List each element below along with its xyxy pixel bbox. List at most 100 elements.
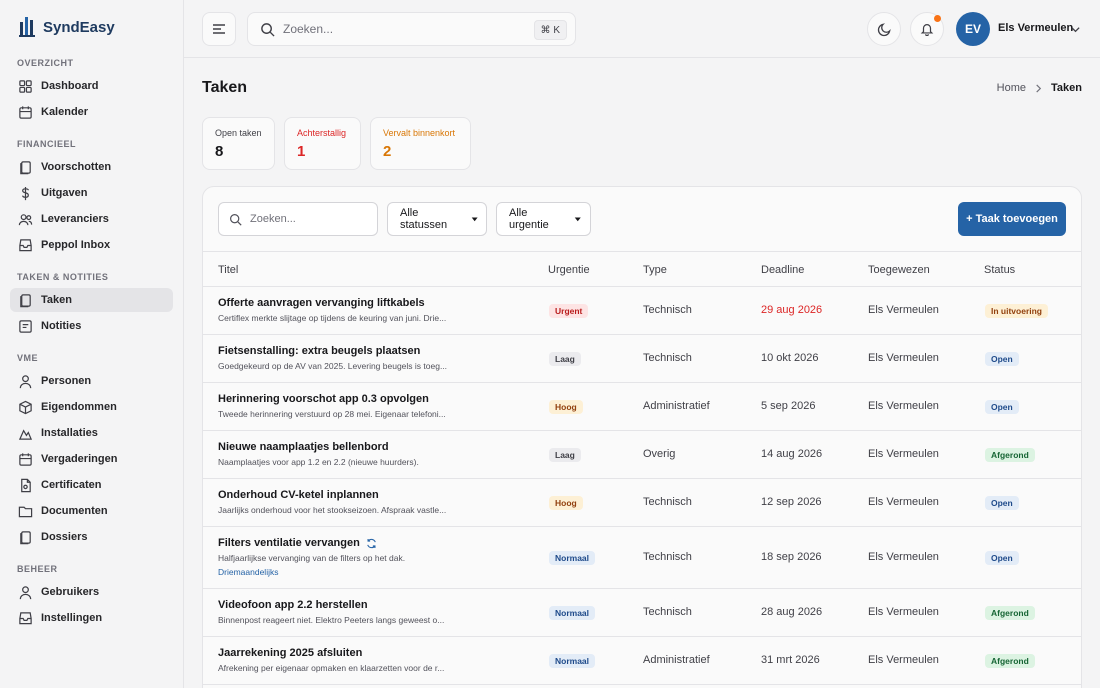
urgency-badge: Normaal (549, 654, 596, 668)
urgency-filter[interactable]: Alle urgentie (496, 202, 591, 236)
table-row[interactable]: Nieuwe naamplaatjes bellenbord Naamplaat… (203, 431, 1081, 479)
recurring-icon (367, 538, 376, 548)
task-description: Afrekening per eigenaar opmaken en klaar… (218, 663, 445, 673)
tool-icon (18, 428, 33, 440)
breadcrumb: Home Taken (997, 82, 1082, 94)
task-assignee: Els Vermeulen (868, 304, 939, 316)
notifications-button[interactable] (910, 12, 944, 46)
bell-icon (920, 24, 934, 36)
status-filter[interactable]: Alle statussen (387, 202, 487, 236)
task-description: Certiflex merkte slijtage op tijdens de … (218, 313, 447, 323)
task-type: Administratief (643, 400, 710, 412)
sidebar-item-installaties[interactable]: Installaties (10, 421, 173, 445)
sidebar-item-personen[interactable]: Personen (10, 369, 173, 393)
task-search-input[interactable] (250, 213, 360, 225)
table-row[interactable]: Offerte aanvragen vervanging liftkabels … (203, 287, 1081, 335)
task-assignee: Els Vermeulen (868, 352, 939, 364)
logo-icon (19, 17, 35, 37)
global-search-input[interactable] (283, 22, 523, 36)
tasks-panel: Alle statussen Alle urgentie + Taak toev… (202, 186, 1082, 688)
sidebar-item-dossiers[interactable]: Dossiers (10, 525, 173, 549)
sidebar-item-vergaderingen[interactable]: Vergaderingen (10, 447, 173, 471)
menu-icon (213, 24, 225, 34)
box-icon (19, 400, 32, 414)
status-filter-value: Alle statussen (400, 207, 448, 231)
table-row[interactable]: Fietsenstalling: extra beugels plaatsen … (203, 335, 1081, 383)
grid-icon (19, 79, 32, 93)
add-task-button[interactable]: + Taak toevoegen (958, 202, 1066, 236)
sidebar-item-certificaten[interactable]: Certificaten (10, 473, 173, 497)
sidebar-item-documenten[interactable]: Documenten (10, 499, 173, 523)
task-title[interactable]: Onderhoud CV-ketel inplannen (218, 489, 379, 501)
sidebar-item-label: Personen (41, 375, 92, 387)
sidebar-item-instellingen[interactable]: Instellingen (10, 606, 173, 630)
column-header-type[interactable]: Type (643, 264, 667, 276)
task-title[interactable]: Filters ventilatie vervangen (218, 537, 377, 549)
sidebar-item-peppol-inbox[interactable]: Peppol Inbox (10, 233, 173, 257)
settings-icon (19, 611, 32, 624)
inbox-icon (19, 238, 32, 251)
sidebar-item-label: Uitgaven (41, 187, 88, 199)
table-row[interactable]: Onderhoud CV-ketel inplannen Jaarlijks o… (203, 479, 1081, 527)
sidebar-item-kalender[interactable]: Kalender (10, 100, 173, 124)
task-deadline: 31 mrt 2026 (761, 654, 820, 666)
stat-value: 1 (297, 143, 306, 160)
status-badge: In uitvoering (985, 304, 1048, 318)
task-search[interactable] (218, 202, 378, 236)
sidebar-item-leveranciers[interactable]: Leveranciers (10, 207, 173, 231)
task-description: Naamplaatjes voor app 1.2 en 2.2 (nieuwe… (218, 457, 419, 467)
certificate-icon (21, 478, 31, 492)
task-title[interactable]: Herinnering voorschot app 0.3 opvolgen (218, 393, 429, 405)
menu-toggle-button[interactable] (202, 12, 236, 46)
avatar[interactable]: EV (956, 12, 990, 46)
chevron-down-icon[interactable] (1070, 24, 1081, 35)
global-search[interactable]: ⌘ K (247, 12, 576, 46)
task-description: Goedgekeurd op de AV van 2025. Levering … (218, 361, 448, 371)
task-type: Overig (643, 448, 676, 460)
column-header-status[interactable]: Status (984, 264, 1015, 276)
breadcrumb-home[interactable]: Home (997, 82, 1026, 94)
task-description: Binnenpost reageert niet. Elektro Peeter… (218, 615, 445, 625)
column-header-deadline[interactable]: Deadline (761, 264, 804, 276)
status-badge: Afgerond (985, 606, 1035, 620)
sidebar-item-eigendommen[interactable]: Eigendommen (10, 395, 173, 419)
sidebar-item-uitgaven[interactable]: Uitgaven (10, 181, 173, 205)
column-header-urgentie[interactable]: Urgentie (548, 264, 590, 276)
notification-dot (934, 15, 941, 22)
sidebar-item-notities[interactable]: Notities (10, 314, 173, 338)
column-header-toegewezen[interactable]: Toegewezen (868, 264, 930, 276)
sidebar-item-gebruikers[interactable]: Gebruikers (10, 580, 173, 604)
task-title[interactable]: Nieuwe naamplaatjes bellenbord (218, 441, 389, 453)
sidebar-item-label: Documenten (41, 505, 108, 517)
task-title[interactable]: Jaarrekening 2025 afsluiten (218, 647, 362, 659)
sidebar-item-taken[interactable]: Taken (10, 288, 173, 312)
urgency-badge: Hoog (549, 496, 583, 510)
table-row[interactable]: Videofoon app 2.2 herstellen Binnenpost … (203, 589, 1081, 637)
page-title: Taken (202, 79, 248, 96)
column-header-titel[interactable]: Titel (218, 264, 238, 276)
task-title[interactable]: Videofoon app 2.2 herstellen (218, 599, 368, 611)
task-assignee: Els Vermeulen (868, 551, 939, 563)
task-type: Technisch (643, 304, 692, 316)
chevron-down-icon (471, 217, 478, 222)
table-row[interactable]: Filters ventilatie vervangen Halfjaarlij… (203, 527, 1081, 589)
app-logo[interactable]: SyndEasy (19, 16, 115, 38)
sidebar-item-voorschotten[interactable]: Voorschotten (10, 155, 173, 179)
table-row[interactable]: Jaarrekening 2025 afsluiten Afrekening p… (203, 637, 1081, 685)
recurrence-link[interactable]: Driemaandelijks (218, 567, 278, 577)
task-assignee: Els Vermeulen (868, 496, 939, 508)
task-assignee: Els Vermeulen (868, 400, 939, 412)
stat-label: Achterstallig (297, 128, 347, 138)
task-assignee: Els Vermeulen (868, 448, 939, 460)
table-row[interactable]: Herinnering voorschot app 0.3 opvolgen T… (203, 383, 1081, 431)
sidebar-item-label: Notities (41, 320, 82, 332)
theme-toggle-button[interactable] (867, 12, 901, 46)
task-title[interactable]: Offerte aanvragen vervanging liftkabels (218, 297, 425, 309)
urgency-badge: Normaal (549, 606, 596, 620)
section-title-taken: TAKEN & NOTITIES (17, 272, 109, 282)
user-name[interactable]: Els Vermeulen (998, 22, 1073, 34)
calendar-icon (19, 452, 32, 466)
task-title[interactable]: Fietsenstalling: extra beugels plaatsen (218, 345, 420, 357)
sidebar-item-dashboard[interactable]: Dashboard (10, 74, 173, 98)
section-title-financieel: FINANCIEEL (17, 139, 76, 149)
